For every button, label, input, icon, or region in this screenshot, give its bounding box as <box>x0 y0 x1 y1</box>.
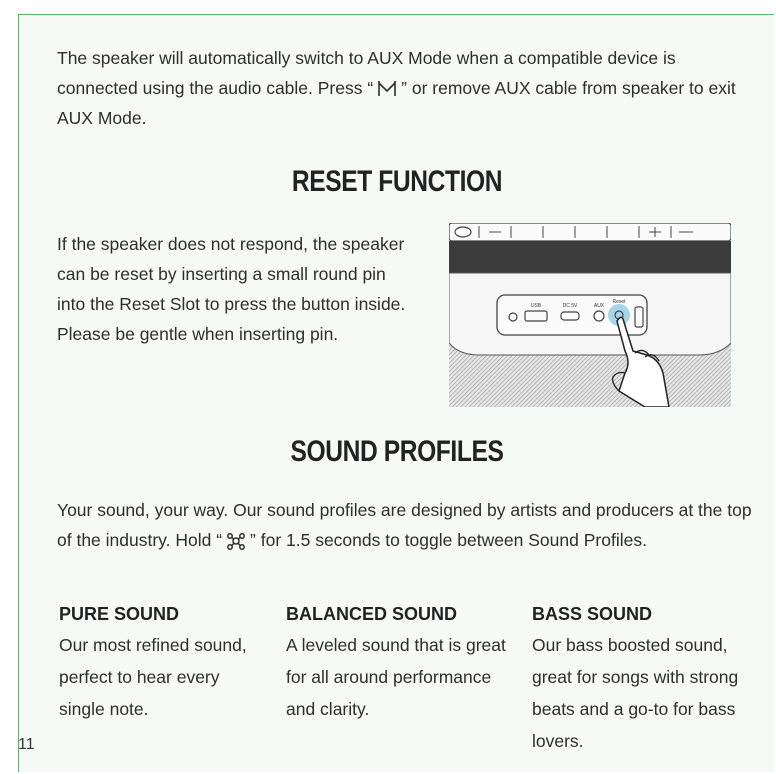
sound-profile-icon <box>227 533 245 551</box>
profile-description: Our most refined sound, perfect to hear … <box>59 635 247 719</box>
mode-m-icon <box>378 81 396 97</box>
profile-title: BASS SOUND <box>532 604 653 624</box>
sound-profiles-heading: SOUND PROFILES <box>290 435 504 468</box>
profile-title: BALANCED SOUND <box>286 604 457 624</box>
port-label-reset: Reset <box>612 299 626 305</box>
reset-function-heading: RESET FUNCTION <box>291 165 503 198</box>
profiles-text-end: ” for 1.5 seconds to toggle between Soun… <box>250 530 647 550</box>
reset-paragraph: If the speaker does not respond, the spe… <box>57 234 406 344</box>
profile-title: PURE SOUND <box>59 604 180 624</box>
manual-page: The speaker will automatically switch to… <box>18 14 774 772</box>
port-label-aux: AUX <box>594 303 605 309</box>
aux-mode-paragraph: The speaker will automatically switch to… <box>57 43 747 133</box>
profile-description: A leveled sound that is great for all ar… <box>286 635 506 719</box>
profile-bass: BASS SOUND Our bass boosted sound, great… <box>532 601 742 757</box>
reset-illustration: USB DC 5V AUX Reset <box>449 223 731 407</box>
profile-balanced: BALANCED SOUND A leveled sound that is g… <box>286 601 516 725</box>
profile-pure: PURE SOUND Our most refined sound, perfe… <box>59 601 269 725</box>
port-label-usb: USB <box>531 303 542 309</box>
page-number: 11 <box>18 736 35 753</box>
port-label-dc: DC 5V <box>563 303 578 309</box>
sound-profiles-paragraph: Your sound, your way. Our sound profiles… <box>57 495 757 555</box>
profile-description: Our bass boosted sound, great for songs … <box>532 635 739 751</box>
